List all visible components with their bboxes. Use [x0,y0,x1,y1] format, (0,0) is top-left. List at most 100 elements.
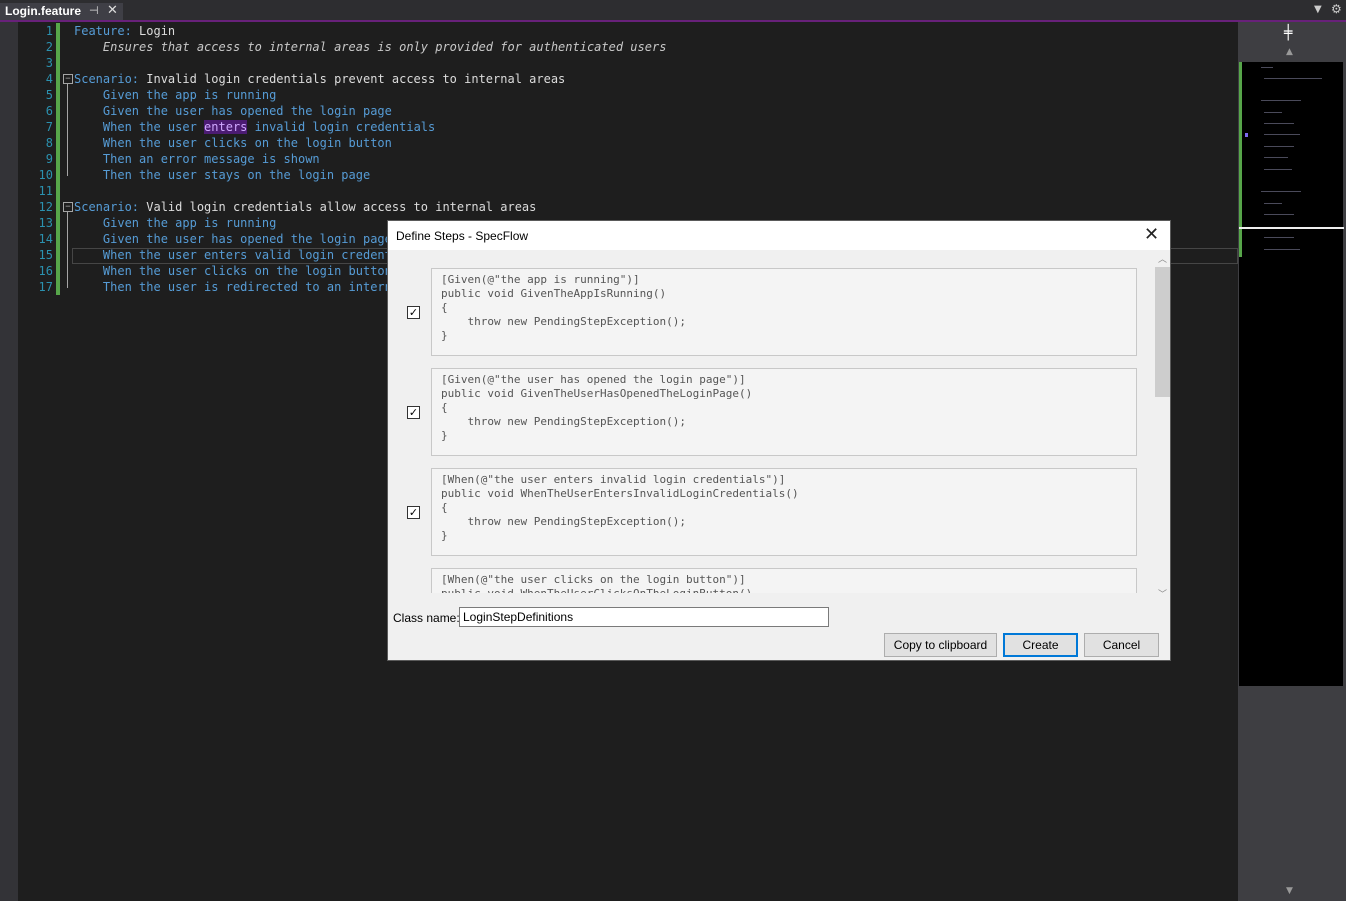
fold-guide [67,84,68,176]
class-name-input[interactable] [459,607,829,627]
map-caret-line [1239,227,1344,229]
change-bar [56,135,60,151]
pin-icon[interactable]: ⊣ [89,4,99,17]
change-bar [56,199,60,215]
change-bar [56,215,60,231]
line-number: 17 [38,280,53,294]
map-line [1261,67,1273,68]
code-token: Then an error message is shown [74,152,320,166]
tab-login-feature[interactable]: Login.feature ⊣ ✕ [0,3,123,20]
code-line[interactable]: 8 When the user clicks on the login butt… [18,135,1238,151]
code-line[interactable]: 4− Scenario: Invalid login credentials pr… [18,71,1238,87]
collapse-icon[interactable]: − [63,74,73,84]
change-bar [56,23,60,39]
code-token: invalid login credentials [247,120,436,134]
code-line[interactable]: 5 Given the app is running [18,87,1238,103]
map-line [1261,100,1301,101]
line-code: Given the user has opened the login page [74,231,392,247]
code-token: Given the app is running [74,216,277,230]
code-line[interactable]: 6 Given the user has opened the login pa… [18,103,1238,119]
line-number: 14 [38,232,53,246]
code-line[interactable]: 10 Then the user stays on the login page [18,167,1238,183]
code-line[interactable]: 12− Scenario: Valid login credentials all… [18,199,1238,215]
code-line[interactable]: 2 Ensures that access to internal areas … [18,39,1238,55]
line-number: 11 [38,184,53,198]
line-code: Scenario: Invalid login credentials prev… [74,71,565,87]
dialog-title-bar[interactable]: Define Steps - SpecFlow ✕ [388,221,1170,250]
steps-scrollbar[interactable]: ︿ ﹀ [1155,250,1170,600]
code-token: Given the app is running [74,88,277,102]
step-code-box: [When(@"the user clicks on the login but… [431,568,1137,593]
glyph-margin [0,22,18,901]
line-code: Given the app is running [74,215,276,231]
map-line [1261,191,1301,192]
step-code: [Given(@"the user has opened the login p… [441,373,753,442]
code-line[interactable]: 1 Feature: Login [18,23,1238,39]
close-tab-icon[interactable]: ✕ [107,3,118,18]
step-code: [When(@"the user clicks on the login but… [441,573,752,593]
map-line [1264,134,1300,135]
map-line [1264,203,1282,204]
create-button[interactable]: Create [1003,633,1078,657]
tab-dropdown-icon[interactable]: ▼ [1314,4,1322,15]
scroll-up-icon[interactable]: ︿ [1158,252,1167,265]
line-number: 8 [45,136,53,150]
document-tab-strip: Login.feature ⊣ ✕ ▼ ⚙ [0,0,1346,22]
scroll-up-arrow-icon[interactable]: ▲ [1286,47,1293,57]
code-token: Login [139,24,176,38]
scrollbar-thumb[interactable] [1155,267,1170,397]
code-token: When the user [74,120,205,134]
map-highlight-marker [1245,133,1248,137]
code-token: When the user clicks on the login button [74,264,392,278]
change-bar [56,87,60,103]
map-line [1264,157,1288,158]
code-token: Scenario: [74,200,147,214]
split-window-icon[interactable]: ╪ [1284,25,1292,41]
change-bar [56,247,60,263]
line-code: Scenario: Valid login credentials allow … [74,199,536,215]
code-line[interactable]: 9 Then an error message is shown [18,151,1238,167]
class-name-label: Class name: [393,611,460,625]
copy-to-clipboard-button[interactable]: Copy to clipboard [884,633,997,657]
code-token: Invalid login credentials prevent access… [146,72,566,86]
close-icon[interactable]: ✕ [1144,224,1159,245]
step-checkbox[interactable]: ✓ [407,406,420,419]
map-line [1264,112,1282,113]
step-checkbox[interactable]: ✓ [407,506,420,519]
line-number: 13 [38,216,53,230]
line-code: When the user clicks on the login button [74,263,392,279]
map-line [1264,123,1294,124]
map-line [1264,249,1300,250]
line-code: When the user clicks on the login button [74,135,392,151]
step-code-box: [When(@"the user enters invalid login cr… [431,468,1137,556]
step-code: [Given(@"the app is running")] public vo… [441,273,687,342]
step-code-box: [Given(@"the user has opened the login p… [431,368,1137,456]
collapse-icon[interactable]: − [63,202,73,212]
code-line[interactable]: 7 When the user enters invalid login cre… [18,119,1238,135]
code-token: Ensures that access to internal areas is… [74,40,667,54]
code-line[interactable]: 3 [18,55,1238,71]
tab-title[interactable]: Login.feature [5,4,81,18]
line-number: 10 [38,168,53,182]
map-viewport[interactable] [1239,62,1344,686]
steps-list[interactable]: ✓ [Given(@"the app is running")] public … [389,250,1171,593]
change-bar [56,39,60,55]
step-checkbox[interactable]: ✓ [407,306,420,319]
map-line [1264,214,1294,215]
line-code: Given the app is running [74,87,276,103]
scroll-down-arrow-icon[interactable]: ▼ [1286,886,1293,896]
cancel-button[interactable]: Cancel [1084,633,1159,657]
code-line[interactable]: 11 [18,183,1238,199]
line-code: Ensures that access to internal areas is… [74,39,667,55]
gear-icon[interactable]: ⚙ [1331,2,1342,16]
line-number: 16 [38,264,53,278]
line-number: 9 [45,152,53,166]
scroll-down-icon[interactable]: ﹀ [1158,587,1167,600]
define-steps-dialog: Define Steps - SpecFlow ✕ ✓ [Given(@"the… [387,220,1171,661]
line-code: Feature: Login [74,23,175,39]
map-line [1264,169,1292,170]
change-bar [56,151,60,167]
scroll-map[interactable]: ╪ ▲ ▼ [1238,22,1346,901]
change-bar [56,103,60,119]
line-number: 5 [45,88,53,102]
